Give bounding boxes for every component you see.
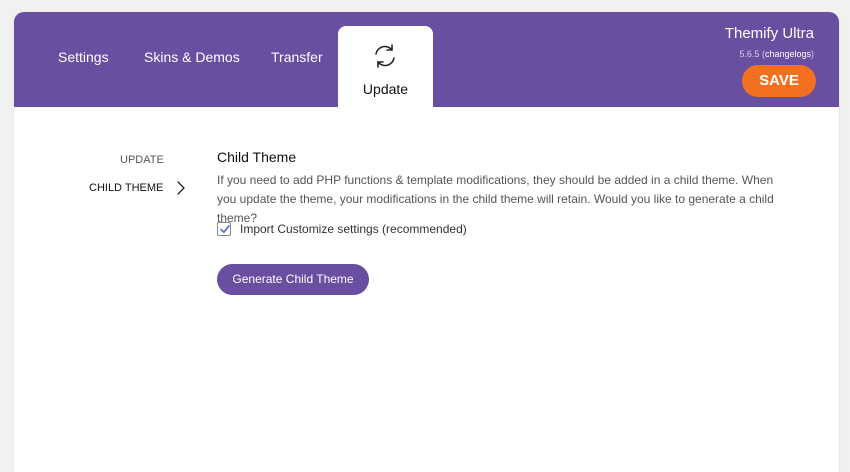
changelog-link[interactable]: changelogs bbox=[765, 49, 811, 59]
import-settings-checkbox[interactable] bbox=[217, 222, 231, 236]
section-description: If you need to add PHP functions & templ… bbox=[217, 173, 774, 225]
tab-transfer[interactable]: Transfer bbox=[271, 49, 323, 65]
save-button[interactable]: SAVE bbox=[742, 65, 816, 97]
tab-update[interactable]: Update bbox=[338, 26, 433, 108]
tab-update-label: Update bbox=[362, 81, 409, 97]
chevron-right-icon bbox=[177, 181, 185, 195]
version-paren-close: ) bbox=[811, 49, 814, 59]
checkmark-icon bbox=[220, 225, 230, 233]
sidebar-item-update[interactable]: UPDATE bbox=[120, 154, 164, 166]
tab-skins-demos[interactable]: Skins & Demos bbox=[144, 49, 240, 65]
generate-child-theme-button[interactable]: Generate Child Theme bbox=[217, 264, 369, 295]
brand-block: Themify Ultra 5.6.5 (changelogs) bbox=[725, 25, 814, 59]
import-settings-label: Import Customize settings (recommended) bbox=[240, 222, 467, 236]
top-bar: Settings Skins & Demos Transfer Update T… bbox=[14, 12, 839, 108]
theme-name: Themify Ultra bbox=[724, 25, 814, 42]
settings-panel: Settings Skins & Demos Transfer Update T… bbox=[14, 12, 839, 472]
section-title: Child Theme bbox=[217, 149, 297, 165]
version-number: 5.6.5 bbox=[739, 49, 760, 59]
version-info: 5.6.5 (changelogs) bbox=[725, 49, 814, 59]
tab-settings[interactable]: Settings bbox=[58, 49, 109, 65]
refresh-icon bbox=[375, 44, 395, 68]
sidebar-item-child-theme[interactable]: CHILD THEME bbox=[89, 182, 163, 194]
import-settings-row: Import Customize settings (recommended) bbox=[217, 222, 467, 236]
